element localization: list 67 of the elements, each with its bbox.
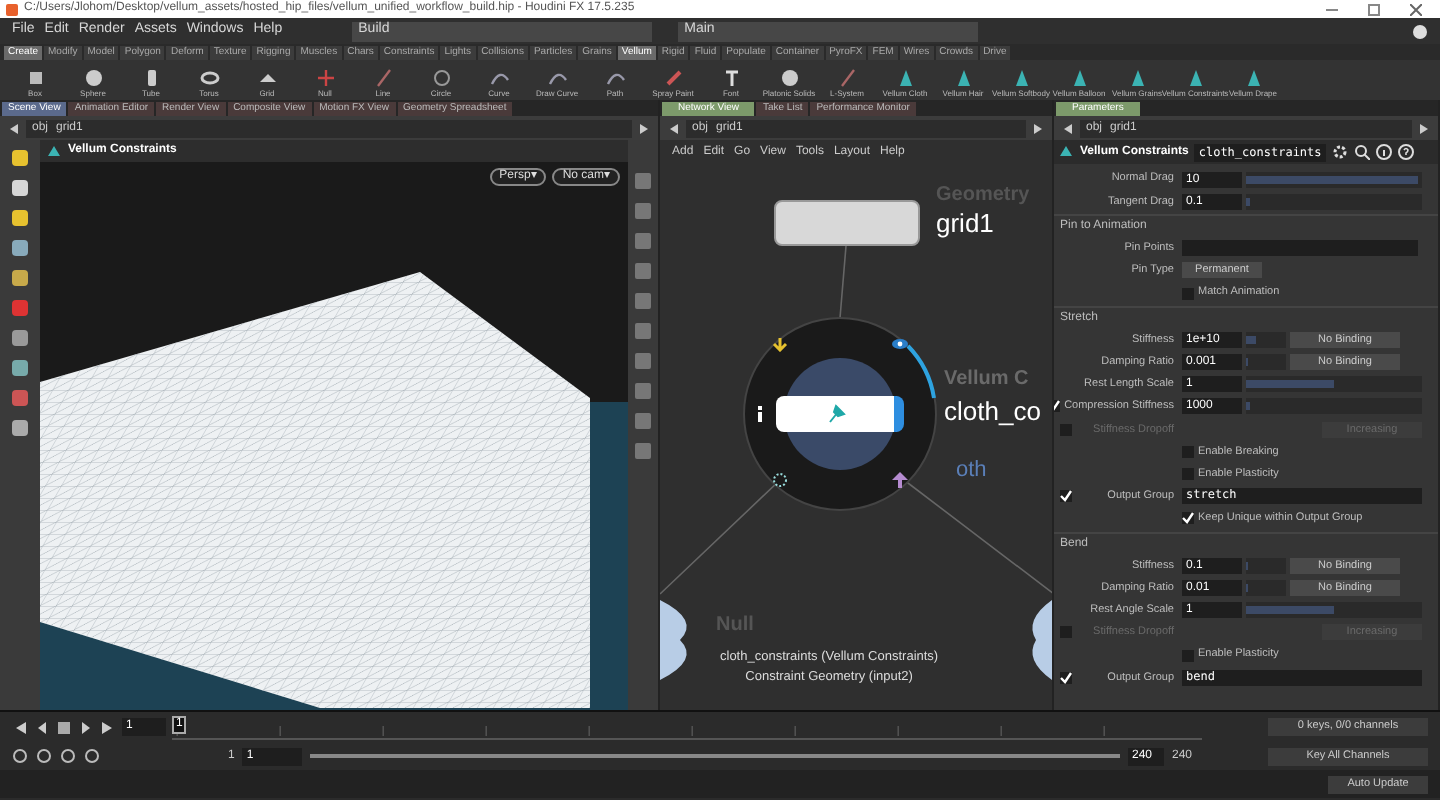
back-icon — [666, 121, 680, 135]
checkbox[interactable] — [1060, 671, 1072, 684]
slider-track[interactable] — [1246, 602, 1422, 619]
node-name: grid1 — [936, 206, 994, 242]
info-icon — [1376, 144, 1393, 160]
box-icon — [25, 68, 45, 88]
slider-track[interactable] — [1246, 354, 1286, 371]
vellum-constraints-node[interactable] — [776, 396, 904, 432]
vellum-icon — [1127, 68, 1147, 88]
line-icon — [373, 68, 393, 88]
check-icon — [1060, 490, 1072, 503]
settings-icon — [1332, 144, 1349, 160]
grid-icon — [257, 68, 277, 88]
slider-track[interactable] — [1246, 557, 1286, 574]
checkbox[interactable] — [1060, 490, 1072, 503]
check-icon — [1060, 671, 1072, 684]
info-icon — [752, 406, 768, 422]
eye-icon — [892, 336, 908, 352]
play-reverse-icon — [34, 719, 50, 735]
dots-icon — [772, 472, 788, 488]
slider-track[interactable] — [1246, 579, 1286, 596]
curve-icon — [605, 68, 625, 88]
slider-track[interactable] — [1246, 171, 1422, 188]
node-name: cloth_co — [944, 394, 1041, 430]
app-icon — [6, 3, 18, 15]
sound-icon — [12, 748, 28, 764]
node-name: oth — [956, 456, 987, 486]
loop-icon — [60, 748, 76, 764]
play-icon — [78, 719, 94, 735]
realtime-icon — [84, 748, 100, 764]
vellum-icon — [1069, 68, 1089, 88]
torus-icon — [199, 68, 219, 88]
null-icon — [315, 68, 335, 88]
sphere-icon — [779, 68, 799, 88]
check-icon — [1182, 512, 1194, 525]
up-arrow-icon — [892, 472, 908, 488]
skip-end-icon — [100, 719, 116, 735]
slider-track[interactable] — [1246, 193, 1422, 210]
skip-start-icon — [12, 719, 28, 735]
maximize-icon — [1368, 3, 1380, 15]
down-arrow-icon — [772, 336, 788, 352]
font-icon — [721, 68, 741, 88]
slider-track[interactable] — [1246, 376, 1422, 393]
close-icon — [1410, 3, 1422, 15]
search-icon — [1354, 144, 1371, 160]
vellum-icon — [953, 68, 973, 88]
sphere-icon — [83, 68, 103, 88]
vellum-icon — [895, 68, 915, 88]
paint-icon — [663, 68, 683, 88]
minimize-icon — [1326, 3, 1338, 15]
node-type-icon — [1058, 144, 1074, 160]
node-type-label: Vellum C — [944, 366, 1029, 394]
vellum-icon — [1185, 68, 1205, 88]
geometry-node[interactable] — [774, 200, 920, 246]
slider-track[interactable] — [1246, 331, 1286, 348]
stop-icon — [56, 719, 72, 735]
back-icon — [1060, 121, 1074, 135]
checkbox[interactable] — [1182, 512, 1194, 525]
vellum-icon — [1011, 68, 1031, 88]
curve-icon — [547, 68, 567, 88]
circle-icon — [431, 68, 451, 88]
curve-icon — [489, 68, 509, 88]
line-icon — [837, 68, 857, 88]
vellum-icon — [1243, 68, 1263, 88]
slider-track[interactable] — [1246, 398, 1422, 415]
back-icon — [6, 121, 20, 135]
audio-icon — [36, 748, 52, 764]
